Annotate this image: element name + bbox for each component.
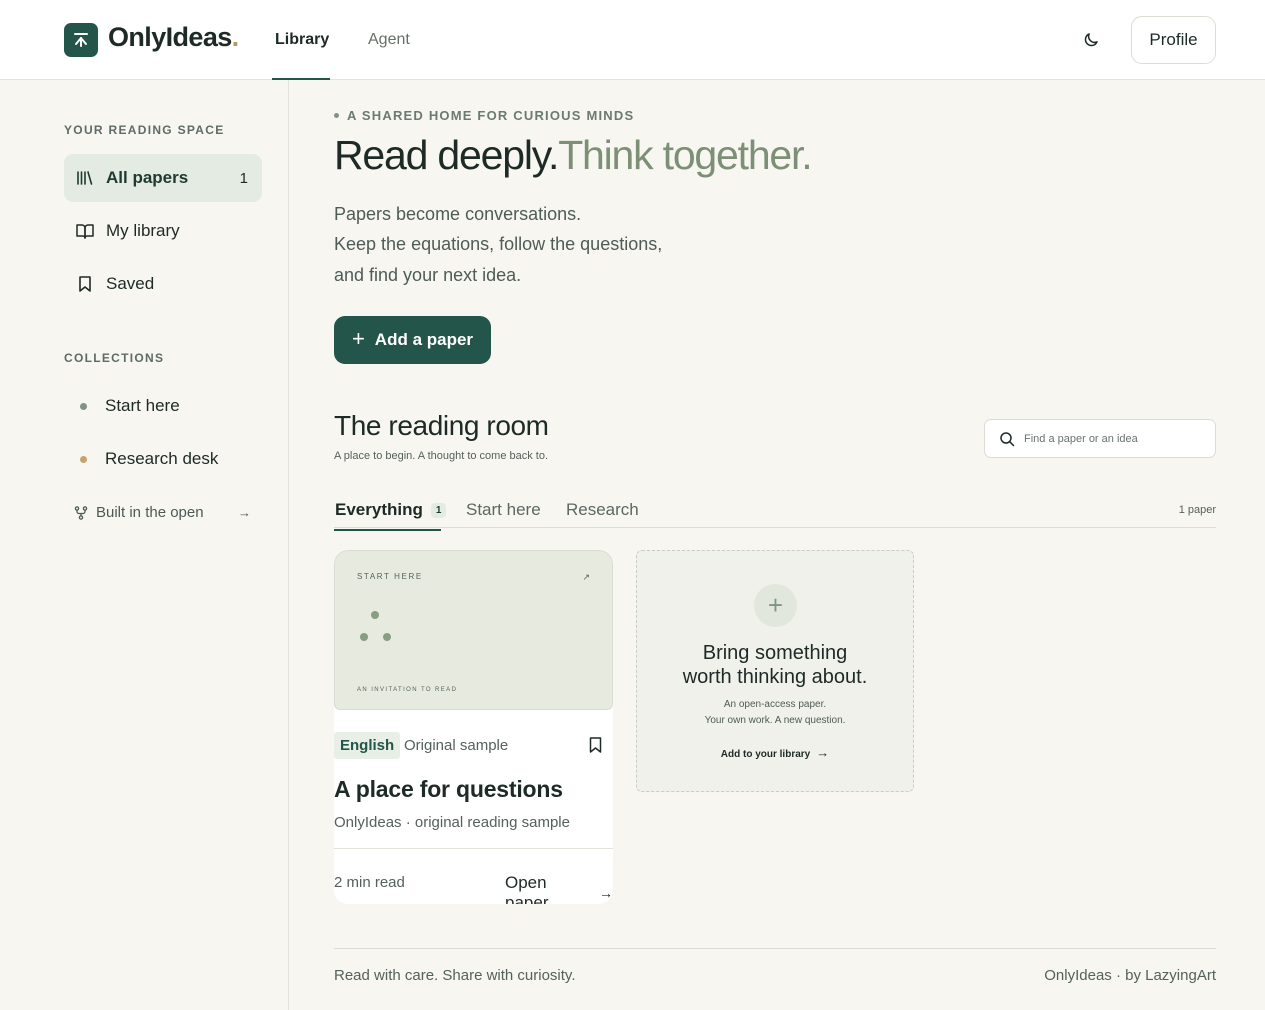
cover-dot — [360, 633, 368, 641]
paper-meta: OnlyIdeas · original reading sample — [334, 814, 570, 831]
add-card-title: Bring something worth thinking about. — [637, 641, 913, 689]
moon-icon — [1084, 33, 1098, 47]
card-divider — [334, 848, 613, 849]
built-in-the-open-link[interactable]: Built in the open → — [74, 504, 254, 521]
footer-divider — [334, 948, 1216, 949]
add-to-library-label: Add to your library — [720, 749, 811, 760]
arrow-up-right-icon: ↗ — [582, 572, 590, 582]
kicker-dot — [334, 113, 339, 118]
hero-title-part2: Think together. — [558, 132, 812, 178]
all-papers-count: 1 — [239, 169, 248, 187]
language-badge: English — [334, 732, 401, 759]
sidebar-item-label: All papers — [106, 168, 189, 187]
add-card-title-line2: worth thinking about. — [682, 666, 868, 688]
brand-name[interactable]: OnlyIdeas. — [108, 22, 239, 53]
paper-tag: Original sample — [404, 737, 509, 754]
search-box[interactable] — [984, 419, 1216, 458]
book-open-icon — [76, 222, 94, 240]
sidebar-item-all-papers[interactable]: All papers 1 — [64, 154, 262, 202]
hero-kicker: A SHARED HOME FOR CURIOUS MINDS — [334, 108, 634, 123]
library-icon — [76, 169, 94, 187]
section-title: The reading room — [334, 410, 549, 441]
sidebar-item-label: My library — [106, 221, 180, 240]
brand-dot: . — [231, 22, 239, 52]
tab-active-indicator — [334, 529, 441, 531]
top-header: OnlyIdeas. Library Agent Profile — [0, 0, 1265, 80]
open-paper-link[interactable]: Open paper → — [505, 873, 613, 904]
bookmark-button[interactable] — [589, 737, 602, 758]
section-subtitle: A place to begin. A thought to come back… — [334, 450, 549, 462]
tab-label: Everything — [335, 500, 423, 519]
logo-mark[interactable] — [64, 23, 98, 57]
collection-label: Start here — [105, 396, 180, 415]
search-icon — [1000, 431, 1015, 446]
logo-icon — [74, 33, 88, 47]
arrow-right-icon: → — [816, 745, 830, 760]
hero-line-1: Papers become conversations. — [334, 204, 582, 224]
sidebar-item-my-library[interactable]: My library — [64, 207, 262, 255]
kicker-text: A SHARED HOME FOR CURIOUS MINDS — [347, 108, 635, 123]
hero-title-part1: Read deeply. — [334, 132, 559, 178]
paper-count: 1 paper — [1178, 504, 1216, 516]
tab-start-here[interactable]: Start here — [466, 500, 541, 520]
arrow-right-icon: → — [599, 885, 613, 901]
hero-title: Read deeply.Think together. — [334, 132, 813, 179]
collection-dot — [80, 455, 87, 463]
sidebar-heading: YOUR READING SPACE — [64, 123, 225, 137]
bookmark-icon — [589, 737, 602, 753]
collection-research-desk[interactable]: Research desk — [80, 449, 218, 469]
search-input[interactable] — [1024, 432, 1204, 445]
add-card-subtitle-line1: An open-access paper. — [723, 699, 827, 710]
collection-label: Research desk — [105, 449, 219, 468]
read-time: 2 min read — [334, 874, 405, 891]
tabs-divider — [334, 527, 1216, 528]
paper-cover[interactable]: START HERE ↗ AN INVITATION TO READ — [334, 550, 613, 710]
theme-toggle-button[interactable] — [1078, 27, 1104, 53]
hero-line-3: and find your next idea. — [334, 265, 522, 285]
nav-tab-library[interactable]: Library — [275, 31, 329, 49]
add-paper-button[interactable]: + Add a paper — [334, 316, 491, 364]
collection-start-here[interactable]: Start here — [80, 396, 180, 416]
built-link-label: Built in the open — [96, 504, 204, 521]
collection-dot — [80, 402, 87, 410]
collections-heading: COLLECTIONS — [64, 351, 165, 365]
plus-icon: + — [754, 584, 797, 627]
git-fork-icon — [74, 505, 88, 520]
nav-tab-agent[interactable]: Agent — [368, 31, 410, 49]
tab-count-badge: 1 — [430, 503, 447, 519]
hero-line-2: Keep the equations, follow the questions… — [334, 234, 663, 254]
tab-everything[interactable]: Everything 1 — [335, 500, 447, 520]
open-paper-label: Open paper — [505, 873, 549, 904]
paper-title[interactable]: A place for questions — [334, 776, 563, 803]
cover-dot — [383, 633, 391, 641]
footer-tagline: Read with care. Share with curiosity. — [334, 967, 576, 984]
plus-icon: + — [351, 325, 365, 351]
arrow-right-icon: → — [238, 505, 251, 520]
sidebar-item-saved[interactable]: Saved — [64, 260, 262, 308]
tab-research[interactable]: Research — [566, 500, 639, 520]
sidebar-item-label: Saved — [106, 274, 155, 293]
add-to-library-link[interactable]: Add to your library → — [637, 745, 913, 760]
cover-dot — [371, 611, 379, 619]
add-paper-label: Add a paper — [374, 330, 474, 349]
profile-button[interactable]: Profile — [1131, 16, 1216, 64]
footer-credit: OnlyIdeas · by LazyingArt — [1044, 967, 1216, 984]
cover-label: START HERE — [357, 572, 423, 581]
bookmark-icon — [76, 275, 94, 293]
add-card-subtitle-line2: Your own work. A new question. — [704, 715, 846, 726]
add-paper-card[interactable]: + Bring something worth thinking about. … — [636, 550, 914, 792]
add-card-title-line1: Bring something — [702, 642, 848, 664]
cover-caption: AN INVITATION TO READ — [357, 687, 458, 693]
paper-card[interactable]: START HERE ↗ AN INVITATION TO READ Engli… — [334, 550, 613, 904]
